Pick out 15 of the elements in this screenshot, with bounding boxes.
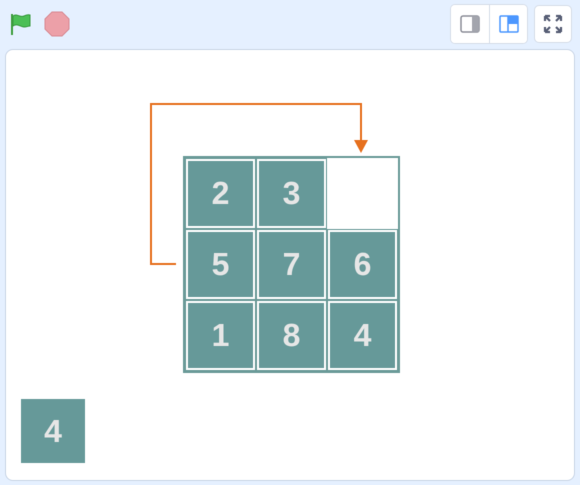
number-tile[interactable]: 7: [257, 230, 326, 299]
normal-stage-icon: [498, 15, 518, 33]
fullscreen-icon: [543, 14, 563, 34]
normal-stage-button[interactable]: [489, 5, 527, 43]
number-tile[interactable]: 4: [328, 301, 397, 370]
number-tile[interactable]: 6: [328, 230, 397, 299]
number-tile[interactable]: 4: [21, 399, 85, 463]
number-tile[interactable]: 3: [257, 159, 326, 228]
number-tile[interactable]: 2: [186, 159, 255, 228]
number-tile[interactable]: 8: [257, 301, 326, 370]
stop-icon[interactable]: [44, 11, 70, 37]
fullscreen-button[interactable]: [534, 5, 572, 43]
number-tile[interactable]: 5: [186, 230, 255, 299]
number-tile[interactable]: 1: [186, 301, 255, 370]
small-stage-icon: [460, 15, 480, 33]
